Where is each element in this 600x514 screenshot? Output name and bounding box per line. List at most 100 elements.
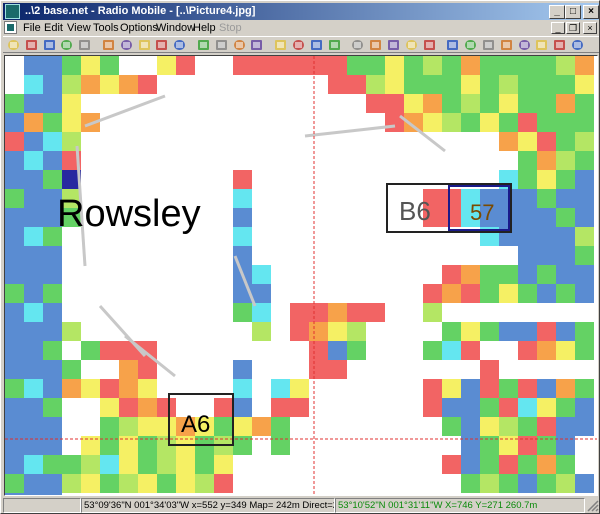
world-icon[interactable] xyxy=(571,39,584,51)
menu-view[interactable]: View xyxy=(67,21,91,36)
paste-icon[interactable] xyxy=(310,39,323,51)
palette-icon[interactable] xyxy=(535,39,548,51)
compass-icon[interactable] xyxy=(482,39,495,51)
resize-icon[interactable] xyxy=(405,39,418,51)
coverage-cell xyxy=(214,398,233,417)
delete-icon[interactable] xyxy=(423,39,436,51)
radar-icon[interactable] xyxy=(500,39,513,51)
target-icon[interactable] xyxy=(464,39,477,51)
coverage-cell xyxy=(480,75,499,94)
menu-tools[interactable]: Tools xyxy=(93,21,119,36)
save-icon[interactable] xyxy=(43,39,56,51)
coverage-cell xyxy=(537,417,556,436)
menu-help[interactable]: Help xyxy=(193,21,216,36)
open-icon[interactable] xyxy=(25,39,38,51)
coverage-cell xyxy=(5,151,24,170)
menu-edit[interactable]: Edit xyxy=(44,21,63,36)
align-right-icon[interactable] xyxy=(173,39,186,51)
coverage-cell xyxy=(575,94,594,113)
document-icon[interactable] xyxy=(4,21,17,34)
coverage-cell xyxy=(290,379,309,398)
coverage-cell xyxy=(518,284,537,303)
coverage-cell xyxy=(24,265,43,284)
coverage-cell xyxy=(461,417,480,436)
coverage-cell xyxy=(81,474,100,493)
align-left-icon[interactable] xyxy=(155,39,168,51)
menu-file[interactable]: File xyxy=(23,21,41,36)
unit-coordinates: 53°10'52"N 001°31'11"W X=746 Y=271 260.7… xyxy=(335,498,585,513)
coverage-cell xyxy=(24,246,43,265)
doc-minimize-button[interactable]: _ xyxy=(551,22,565,34)
import-icon[interactable] xyxy=(250,39,263,51)
coverage-cell xyxy=(347,341,366,360)
new-icon[interactable] xyxy=(7,39,20,51)
coverage-cell xyxy=(5,455,24,474)
selection-icon[interactable] xyxy=(369,39,382,51)
page-icon[interactable] xyxy=(197,39,210,51)
coverage-cell xyxy=(461,265,480,284)
frame-icon[interactable] xyxy=(351,39,364,51)
properties-icon[interactable] xyxy=(60,39,73,51)
coverage-cell xyxy=(5,208,24,227)
coverage-cell xyxy=(461,56,480,75)
export-icon[interactable] xyxy=(233,39,246,51)
chart-icon[interactable] xyxy=(553,39,566,51)
doc-restore-button[interactable]: ❐ xyxy=(566,22,580,34)
doc-close-button[interactable]: × xyxy=(583,22,597,34)
coverage-cell xyxy=(480,284,499,303)
coverage-cell xyxy=(271,398,290,417)
coverage-cell xyxy=(537,284,556,303)
coverage-cell xyxy=(43,113,62,132)
menu-bar: File Edit View Tools Options Window Help… xyxy=(3,21,599,36)
page2-icon[interactable] xyxy=(215,39,228,51)
close-button[interactable]: × xyxy=(583,5,599,19)
coverage-cell xyxy=(480,360,499,379)
coverage-cell xyxy=(100,455,119,474)
coverage-cell xyxy=(575,246,594,265)
network-icon[interactable] xyxy=(138,39,151,51)
text-icon[interactable] xyxy=(446,39,459,51)
title-bar[interactable]: ..\2 base.net - Radio Mobile - [..\Pictu… xyxy=(3,3,599,20)
toolbar xyxy=(3,36,599,53)
coverage-cell xyxy=(157,417,176,436)
resize-grip-icon[interactable] xyxy=(587,500,599,512)
minimize-button[interactable]: _ xyxy=(549,5,565,19)
app-icon[interactable] xyxy=(5,4,20,19)
link-icon[interactable] xyxy=(120,39,133,51)
coverage-cell xyxy=(499,398,518,417)
coverage-cell xyxy=(5,322,24,341)
coverage-cell xyxy=(404,94,423,113)
coverage-cell xyxy=(442,94,461,113)
coverage-cell xyxy=(62,113,81,132)
copy-icon[interactable] xyxy=(292,39,305,51)
coverage-cell xyxy=(556,379,575,398)
coverage-map[interactable]: Rowsley A6 B6 57 xyxy=(5,56,598,496)
maximize-button[interactable]: □ xyxy=(565,5,581,19)
coverage-cell xyxy=(385,94,404,113)
coverage-cell xyxy=(24,189,43,208)
coverage-cell xyxy=(575,474,594,493)
style-icon[interactable] xyxy=(78,39,91,51)
coverage-cell xyxy=(556,189,575,208)
print-icon[interactable] xyxy=(274,39,287,51)
merge-icon[interactable] xyxy=(328,39,341,51)
map-icon[interactable] xyxy=(518,39,531,51)
coverage-cell xyxy=(43,379,62,398)
menu-window[interactable]: Window xyxy=(156,21,195,36)
map-view[interactable]: Rowsley A6 B6 57 xyxy=(4,55,598,496)
coverage-cell xyxy=(499,322,518,341)
coverage-cell xyxy=(5,56,24,75)
coverage-cell xyxy=(537,322,556,341)
menu-stop[interactable]: Stop xyxy=(219,21,242,36)
coverage-cell xyxy=(518,189,537,208)
globe-icon[interactable] xyxy=(102,39,115,51)
coverage-cell xyxy=(556,132,575,151)
marquee-icon[interactable] xyxy=(387,39,400,51)
coverage-cell xyxy=(518,398,537,417)
coverage-cell xyxy=(499,132,518,151)
coverage-cell xyxy=(119,455,138,474)
coverage-cell xyxy=(62,360,81,379)
menu-options[interactable]: Options xyxy=(120,21,158,36)
coverage-cell xyxy=(461,455,480,474)
status-pane-empty xyxy=(3,498,81,513)
